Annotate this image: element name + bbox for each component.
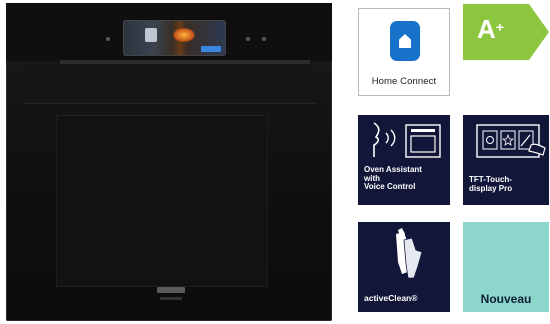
oven-assistant-label: Oven Assistant with Voice Control: [364, 165, 448, 192]
energy-class-badge: A+: [463, 4, 549, 60]
nouveau-label: Nouveau: [480, 292, 532, 306]
gloves-icon: [396, 228, 423, 279]
brand-logo: [157, 287, 185, 293]
home-connect-label: Home Connect: [371, 76, 437, 87]
oven-assistant-badge: Oven Assistant with Voice Control: [358, 115, 450, 205]
panel-dot-left: [106, 37, 110, 41]
oven-assistant-line3: Voice Control: [364, 182, 416, 191]
oven-image: [6, 3, 332, 321]
door-top-rail: [60, 60, 310, 64]
energy-arrow-icon: [463, 4, 549, 60]
panel-dot-right: [246, 37, 250, 41]
tft-display-line2: display Pro: [469, 183, 513, 193]
display-cup-graphic: [145, 28, 157, 42]
energy-rating-letter: A: [477, 14, 496, 44]
active-clean-badge: activeClean®: [358, 222, 450, 312]
voice-control-icon: [373, 122, 441, 158]
tft-display-badge: TFT-Touch- display Pro: [463, 115, 549, 205]
tft-display: [123, 20, 226, 56]
nouveau-badge: Nouveau: [463, 222, 549, 312]
brand-sublogo: [160, 297, 182, 300]
touch-display-icon: [476, 124, 546, 158]
oven-window: [56, 115, 268, 287]
display-food-graphic: [173, 28, 195, 42]
energy-rating: A+: [477, 14, 504, 44]
tft-display-label: TFT-Touch- display Pro: [469, 175, 547, 193]
panel-dot-right-2: [262, 37, 266, 41]
active-clean-label: activeClean®: [364, 293, 418, 303]
energy-rating-plus: +: [495, 19, 504, 35]
display-button-graphic: [201, 46, 221, 52]
home-connect-badge: Home Connect: [358, 8, 450, 96]
door-handle: [24, 67, 316, 104]
